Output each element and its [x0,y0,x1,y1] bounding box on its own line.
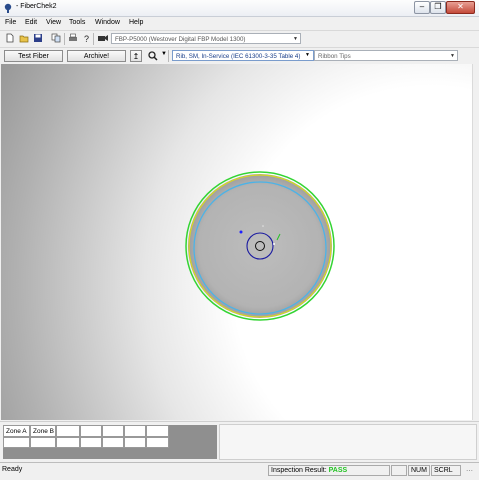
svg-text:?: ? [84,34,89,43]
help-icon[interactable]: ? [82,33,92,43]
menu-file[interactable]: File [5,19,16,26]
new-icon[interactable] [5,33,15,43]
test-fiber-button[interactable]: Test Fiber [4,50,63,62]
zone-header [102,425,124,437]
zone-cell [146,437,169,448]
device-select-value: FBP-P5000 (Westover Digital FBP Model 13… [115,36,246,43]
profile-select-value: Rib, SM, In-Service (IEC 61300-3-35 Tabl… [176,53,301,60]
close-button[interactable]: ✕ [446,1,475,14]
close-icon: ✕ [457,2,464,11]
menu-bar: File Edit View Tools Window Help [0,17,479,30]
toolbar-separator [93,33,94,45]
zone-header [146,425,169,437]
inspection-result-label: Inspection Result: [271,467,327,474]
status-ready: Ready [2,466,23,473]
device-select[interactable]: FBP-P5000 (Westover Digital FBP Model 13… [111,33,301,44]
chevron-down-icon: ▼ [293,36,298,42]
defect-marker [239,230,243,234]
zone-cell [3,437,30,448]
inspection-toolbar: Test Fiber Archive! ↥ ▼ Rib, SM, In-Serv… [0,47,479,65]
num-lock-indicator: NUM [408,465,430,476]
inspection-result-value: PASS [328,467,348,474]
fiber-end-face-image [185,171,335,321]
status-empty-field [391,465,407,476]
details-pane [219,424,477,460]
zone-header: Zone B [30,425,56,437]
save-icon[interactable] [33,33,43,43]
zone-header [124,425,146,437]
defect-marker [262,225,264,227]
tip-select-value: Ribbon Tips [318,53,351,60]
minimize-icon: – [419,2,425,11]
inspection-result: Inspection Result: PASS [268,465,390,476]
menu-tools[interactable]: Tools [69,19,85,26]
app-icon [4,3,12,13]
scroll-lock-indicator: SCRL [431,465,461,476]
upload-button[interactable]: ↥ [130,50,142,62]
zone-cell [56,437,80,448]
zone-cell [80,437,102,448]
open-icon[interactable] [19,33,29,43]
zone-cell [124,437,146,448]
minimize-button[interactable]: – [414,1,430,14]
main-toolbar: ? FBP-P5000 (Westover Digital FBP Model … [0,30,479,47]
zoom-dropdown-icon[interactable]: ▼ [161,51,167,57]
device-icon[interactable] [97,33,109,43]
archive-button[interactable]: Archive! [67,50,126,62]
restore-icon: ❐ [434,2,442,11]
zone-header [80,425,102,437]
menu-help[interactable]: Help [129,19,143,26]
status-bar: Ready Inspection Result: PASS NUM SCRL ⋯ [0,462,479,480]
print-icon[interactable] [68,33,78,43]
zone-cell [30,437,56,448]
zone-header [56,425,80,437]
title-bar: - FiberChek2 – ❐ ✕ [0,0,479,17]
menu-edit[interactable]: Edit [25,19,37,26]
search-icon[interactable] [148,51,158,61]
menu-window[interactable]: Window [95,19,120,26]
chevron-down-icon[interactable]: ▼ [305,52,310,58]
window-title: - FiberChek2 [16,3,57,10]
zone-cell [102,437,124,448]
toolbar-separator [168,50,169,62]
profile-select[interactable]: Rib, SM, In-Service (IEC 61300-3-35 Tabl… [172,50,314,61]
copy-icon[interactable] [51,33,61,43]
defect-marker [273,243,275,245]
zone-results-table: Zone A Zone B [3,425,217,459]
zone-header: Zone A [3,425,30,437]
fiber-image-view[interactable] [1,64,472,420]
tip-select[interactable]: Ribbon Tips ▼ [314,50,458,61]
maximize-button[interactable]: ❐ [430,1,446,14]
resize-grip-icon[interactable]: ⋯ [466,467,473,475]
chevron-down-icon: ▼ [450,53,455,59]
vertical-scrollbar[interactable] [472,64,479,420]
toolbar-separator [64,33,65,45]
upload-icon: ↥ [132,52,140,61]
menu-view[interactable]: View [46,19,61,26]
